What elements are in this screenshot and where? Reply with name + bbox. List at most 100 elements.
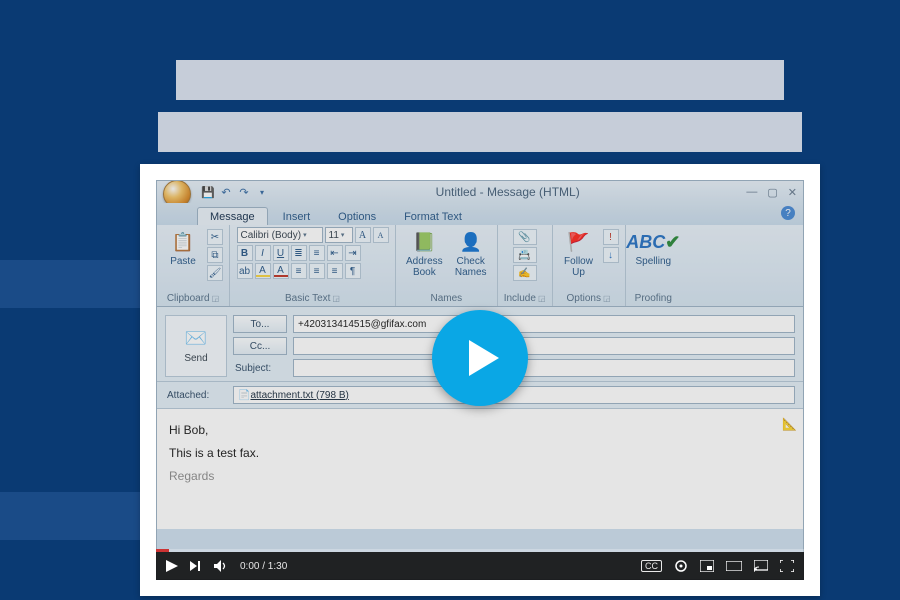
stack-card-mid <box>158 112 802 152</box>
video-thumbnail-stack: 💾 ↶ ↷ ▾ Untitled - Message (HTML) — ▢ ✕ … <box>140 60 820 596</box>
ribbon-tabs: Message Insert Options Format Text ? <box>157 203 803 225</box>
tab-message[interactable]: Message <box>197 207 268 225</box>
attach-file-icon[interactable]: 📎 <box>513 229 537 245</box>
dialog-launcher-icon[interactable]: ◲ <box>603 294 611 303</box>
follow-up-label: Follow Up <box>564 257 593 278</box>
body-line-2: This is a test fax. <box>169 442 791 465</box>
send-label: Send <box>184 353 207 364</box>
high-importance-icon[interactable]: ! <box>603 229 619 245</box>
titlebar: 💾 ↶ ↷ ▾ Untitled - Message (HTML) — ▢ ✕ <box>157 181 803 203</box>
subject-field[interactable] <box>293 359 795 377</box>
quick-access-toolbar: 💾 ↶ ↷ ▾ <box>201 185 269 199</box>
group-basic-text: Calibri (Body)▾ 11▾ A A B I <box>230 225 396 306</box>
tab-options[interactable]: Options <box>325 207 389 225</box>
group-include: 📎 📇 ✍ Include◲ <box>498 225 553 306</box>
italic-button[interactable]: I <box>255 245 271 261</box>
align-left-icon[interactable]: ≡ <box>291 263 307 279</box>
font-name-combo[interactable]: Calibri (Body)▾ <box>237 227 323 243</box>
group-options: 🚩 Follow Up ! ↓ Options◲ <box>553 225 626 306</box>
cut-icon[interactable]: ✂ <box>207 229 223 245</box>
group-clipboard-label: Clipboard <box>167 293 210 304</box>
group-proofing-label: Proofing <box>635 293 672 304</box>
window-buttons: — ▢ ✕ <box>746 186 797 199</box>
undo-icon[interactable]: ↶ <box>219 185 233 199</box>
low-importance-icon[interactable]: ↓ <box>603 247 619 263</box>
close-button[interactable]: ✕ <box>788 186 797 199</box>
copy-icon[interactable]: ⧉ <box>207 247 223 263</box>
group-names: 📗 Address Book 👤 Check Names Names <box>396 225 498 306</box>
signature-icon[interactable]: ✍ <box>513 265 537 281</box>
miniplayer-button[interactable] <box>700 560 714 572</box>
highlight-color-icon[interactable]: A <box>255 263 271 279</box>
font-size-combo[interactable]: 11▾ <box>325 227 353 243</box>
group-include-label: Include <box>504 293 536 304</box>
follow-up-button[interactable]: 🚩 Follow Up <box>559 227 599 280</box>
address-book-button[interactable]: 📗 Address Book <box>402 227 447 280</box>
next-button[interactable] <box>190 560 202 572</box>
redo-icon[interactable]: ↷ <box>237 185 251 199</box>
play-button[interactable] <box>166 560 178 572</box>
video-card[interactable]: 💾 ↶ ↷ ▾ Untitled - Message (HTML) — ▢ ✕ … <box>140 164 820 596</box>
bold-button[interactable]: B <box>237 245 253 261</box>
attachment-chip[interactable]: attachment.txt (798 B) <box>250 390 348 401</box>
fullscreen-button[interactable] <box>780 560 794 572</box>
dialog-launcher-icon[interactable]: ◲ <box>538 294 546 303</box>
cc-button[interactable]: Cc... <box>233 337 287 355</box>
send-button[interactable]: ✉️ Send <box>165 315 227 377</box>
to-value: +420313414515@gfifax.com <box>298 319 426 330</box>
window-title: Untitled - Message (HTML) <box>275 185 740 199</box>
to-button[interactable]: To... <box>233 315 287 333</box>
spelling-label: Spelling <box>636 257 672 268</box>
ruler-icon[interactable]: 📐 <box>782 413 797 436</box>
dialog-launcher-icon[interactable]: ◲ <box>212 294 220 303</box>
file-icon: 📄 <box>238 390 250 401</box>
help-icon[interactable]: ? <box>781 206 795 220</box>
tab-format-text[interactable]: Format Text <box>391 207 475 225</box>
clear-format-icon[interactable]: ab <box>237 263 253 279</box>
align-center-icon[interactable]: ≡ <box>309 263 325 279</box>
check-names-button[interactable]: 👤 Check Names <box>451 227 491 280</box>
save-icon[interactable]: 💾 <box>201 185 215 199</box>
cast-button[interactable] <box>754 560 768 572</box>
bullets-icon[interactable]: ≣ <box>291 245 307 261</box>
message-body[interactable]: 📐 Hi Bob, This is a test fax. Regards <box>157 409 803 529</box>
paste-icon: 📋 <box>170 229 196 255</box>
address-book-label: Address Book <box>406 257 443 278</box>
font-color-icon[interactable]: A <box>273 263 289 279</box>
paste-button[interactable]: 📋 Paste <box>163 227 203 270</box>
video-time: 0:00 / 1:30 <box>240 561 287 572</box>
volume-button[interactable] <box>214 560 228 572</box>
stack-card-back <box>176 60 784 100</box>
group-proofing: ABC✔ Spelling Proofing <box>626 225 682 306</box>
flag-icon: 🚩 <box>566 229 592 255</box>
minimize-button[interactable]: — <box>746 186 757 199</box>
theater-button[interactable] <box>726 561 742 571</box>
grow-font-icon[interactable]: A <box>355 227 371 243</box>
indent-right-icon[interactable]: ⇥ <box>345 245 361 261</box>
settings-button[interactable] <box>674 559 688 573</box>
underline-button[interactable]: U <box>273 245 289 261</box>
dialog-launcher-icon[interactable]: ◲ <box>332 294 340 303</box>
chevron-down-icon: ▾ <box>303 231 307 239</box>
attached-label: Attached: <box>165 390 227 401</box>
spelling-button[interactable]: ABC✔ Spelling <box>632 227 676 270</box>
align-right-icon[interactable]: ≡ <box>327 263 343 279</box>
numbering-icon[interactable]: ≡ <box>309 245 325 261</box>
tab-insert[interactable]: Insert <box>270 207 324 225</box>
play-overlay-button[interactable] <box>432 310 528 406</box>
check-names-label: Check Names <box>455 257 487 278</box>
paste-label: Paste <box>170 257 196 268</box>
body-line-1: Hi Bob, <box>169 419 791 442</box>
cc-field[interactable] <box>293 337 795 355</box>
body-line-3: Regards <box>169 465 791 488</box>
format-painter-icon[interactable]: 🖌 <box>207 265 223 281</box>
maximize-button[interactable]: ▢ <box>767 186 777 199</box>
qat-chevron-down-icon[interactable]: ▾ <box>255 185 269 199</box>
paragraph-icon[interactable]: ¶ <box>345 263 361 279</box>
shrink-font-icon[interactable]: A <box>373 227 389 243</box>
subject-label: Subject: <box>233 363 287 374</box>
attach-item-icon[interactable]: 📇 <box>513 247 537 263</box>
captions-button[interactable]: CC <box>641 560 662 572</box>
indent-left-icon[interactable]: ⇤ <box>327 245 343 261</box>
to-field[interactable]: +420313414515@gfifax.com <box>293 315 795 333</box>
